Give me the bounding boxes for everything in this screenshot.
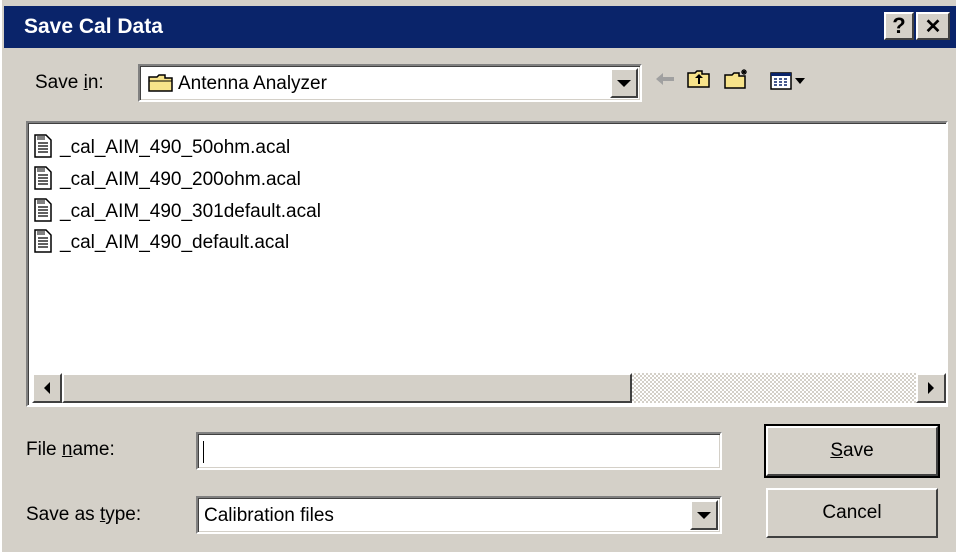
document-icon [34,165,52,195]
file-name: _cal_AIM_490_50ohm.acal [60,137,291,158]
scroll-track[interactable] [632,373,916,403]
view-menu-icon [769,72,805,90]
back-arrow-icon [654,72,676,91]
file-name: _cal_AIM_490_default.acal [60,232,290,253]
document-icon [34,228,52,258]
document-icon [34,133,52,163]
window-left-edge [0,0,2,552]
file-item[interactable]: _cal_AIM_490_default.acal [34,228,290,258]
save-in-dropdown[interactable]: Antenna Analyzer [138,64,642,102]
save-as-type-label-text: Save as [26,504,100,525]
save-button-label: ave [843,440,874,461]
file-name: _cal_AIM_490_200ohm.acal [60,169,301,190]
save-in-dropdown-button[interactable] [610,68,638,98]
file-list[interactable]: _cal_AIM_490_50ohm.acal _cal_AIM_490_200… [26,121,948,407]
file-name-label-suffix: ame: [72,439,115,460]
create-new-folder-button[interactable] [722,68,752,94]
create-new-folder-icon [724,68,750,95]
file-name-label-accel: n [61,439,73,460]
scroll-right-button[interactable] [916,373,946,403]
file-name-label-text: File [26,439,62,460]
triangle-right-icon [928,382,934,394]
scroll-left-button[interactable] [32,373,62,403]
close-icon: ✕ [924,15,942,38]
save-in-label-suffix: n: [87,72,104,93]
save-as-type-value: Calibration files [204,505,334,526]
up-one-level-button[interactable] [684,68,714,94]
view-menu-button[interactable] [762,68,812,94]
file-item[interactable]: _cal_AIM_490_301default.acal [34,197,321,227]
save-button[interactable]: Save [764,424,940,478]
file-name-label: File name: [26,439,115,461]
save-as-type-label-suffix: ype: [105,504,142,525]
chevron-down-icon [617,79,631,87]
title-bar[interactable]: Save Cal Data ? ✕ [4,6,956,48]
save-button-accel: S [830,440,844,461]
horizontal-scrollbar[interactable] [32,373,946,405]
chevron-down-icon [697,511,711,519]
save-as-type-dropdown-button[interactable] [690,500,718,530]
file-item[interactable]: _cal_AIM_490_200ohm.acal [34,165,301,195]
window-title: Save Cal Data [24,15,163,38]
file-name: _cal_AIM_490_301default.acal [60,201,321,222]
file-item[interactable]: _cal_AIM_490_50ohm.acal [34,133,291,163]
file-name-input[interactable] [196,432,722,470]
up-one-level-icon [687,69,711,94]
triangle-left-icon [44,382,50,394]
save-in-label: Save in: [35,72,104,94]
back-button[interactable] [650,68,680,94]
save-cal-data-dialog: Save Cal Data ? ✕ Save in: Antenna Analy… [0,0,956,552]
save-in-value: Antenna Analyzer [178,73,327,94]
save-in-label-text: Save [35,72,84,93]
folder-icon [148,73,174,98]
close-button[interactable]: ✕ [916,12,950,40]
scroll-thumb[interactable] [62,373,632,403]
help-button[interactable]: ? [884,12,914,40]
document-icon [34,197,52,227]
text-caret [203,441,204,463]
view-menu-chevron-icon [794,78,805,84]
cancel-button-label: Cancel [822,502,882,523]
help-icon: ? [892,13,906,38]
save-as-type-label: Save as type: [26,504,141,526]
cancel-button[interactable]: Cancel [766,488,938,538]
save-as-type-dropdown[interactable]: Calibration files [196,496,722,534]
